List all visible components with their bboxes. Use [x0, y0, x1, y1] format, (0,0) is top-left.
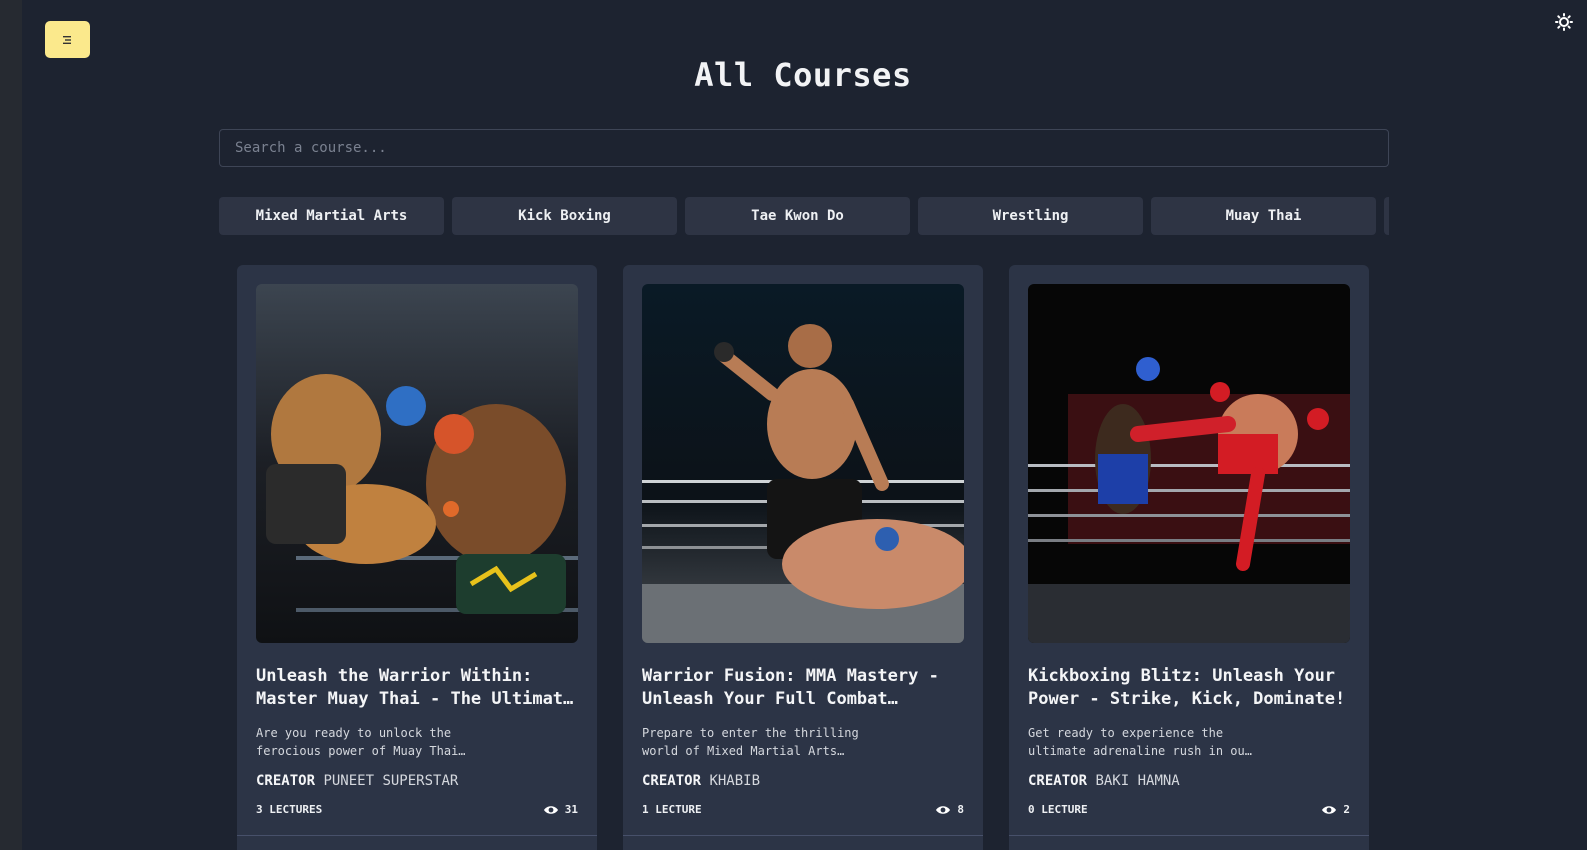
category-chip-mixed-martial-arts[interactable]: Mixed Martial Arts	[219, 197, 444, 235]
course-card[interactable]: Warrior Fusion: MMA Mastery - Unleash Yo…	[623, 265, 983, 850]
course-thumbnail	[642, 284, 964, 643]
category-chip-tae-kwon-do[interactable]: Tae Kwon Do	[685, 197, 910, 235]
course-meta: 3 LECTURES 31	[256, 803, 578, 816]
view-count-value: 31	[564, 803, 578, 816]
course-description: Are you ready to unlock the ferocious po…	[256, 726, 459, 758]
category-filter-bar: Mixed Martial Arts Kick Boxing Tae Kwon …	[219, 197, 1389, 235]
course-thumbnail	[1028, 284, 1350, 643]
course-title[interactable]: Kickboxing Blitz: Unleash Your Power - S…	[1028, 665, 1350, 711]
creator-label: CREATOR	[642, 773, 702, 789]
course-creator: CREATOR BAKI HAMNA	[1028, 773, 1350, 789]
lecture-count: 3 LECTURES	[256, 803, 323, 816]
category-chip-partial[interactable]	[1384, 197, 1389, 235]
menu-icon	[62, 35, 71, 44]
menu-button[interactable]	[45, 21, 90, 58]
course-title[interactable]: Warrior Fusion: MMA Mastery - Unleash Yo…	[642, 665, 964, 711]
course-description: Prepare to enter the thrilling world of …	[642, 726, 859, 758]
card-divider	[1009, 835, 1369, 836]
course-grid: Unleash the Warrior Within: Master Muay …	[237, 265, 1369, 850]
card-divider	[237, 835, 597, 836]
view-count: 31	[543, 803, 578, 816]
category-chip-kick-boxing[interactable]: Kick Boxing	[452, 197, 677, 235]
eye-icon	[543, 805, 558, 814]
window-edge	[0, 0, 22, 850]
category-chip-muay-thai[interactable]: Muay Thai	[1151, 197, 1376, 235]
card-divider	[623, 835, 983, 836]
course-meta: 0 LECTURE 2	[1028, 803, 1350, 816]
eye-icon	[936, 805, 951, 814]
view-count: 8	[935, 803, 964, 816]
course-thumbnail	[256, 284, 578, 643]
view-count-value: 8	[957, 803, 964, 816]
view-count: 2	[1321, 803, 1350, 816]
eye-icon	[1322, 805, 1337, 814]
course-creator: CREATOR PUNEET SUPERSTAR	[256, 773, 578, 789]
search-input[interactable]	[219, 129, 1389, 167]
lecture-count: 1 LECTURE	[642, 803, 702, 816]
course-description: Get ready to experience the ultimate adr…	[1028, 726, 1252, 758]
category-chip-wrestling[interactable]: Wrestling	[918, 197, 1143, 235]
course-card[interactable]: Unleash the Warrior Within: Master Muay …	[237, 265, 597, 850]
course-card[interactable]: Kickboxing Blitz: Unleash Your Power - S…	[1009, 265, 1369, 850]
course-title[interactable]: Unleash the Warrior Within: Master Muay …	[256, 665, 578, 711]
creator-label: CREATOR	[256, 773, 316, 789]
course-meta: 1 LECTURE 8	[642, 803, 964, 816]
lecture-count: 0 LECTURE	[1028, 803, 1088, 816]
page-title: All Courses	[694, 56, 912, 94]
creator-name: PUNEET SUPERSTAR	[323, 773, 459, 789]
course-creator: CREATOR KHABIB	[642, 773, 964, 789]
creator-name: BAKI HAMNA	[1095, 773, 1180, 789]
creator-label: CREATOR	[1028, 773, 1088, 789]
creator-name: KHABIB	[709, 773, 761, 789]
view-count-value: 2	[1343, 803, 1350, 816]
sun-icon	[1555, 13, 1573, 31]
theme-toggle-button[interactable]	[1554, 12, 1574, 32]
